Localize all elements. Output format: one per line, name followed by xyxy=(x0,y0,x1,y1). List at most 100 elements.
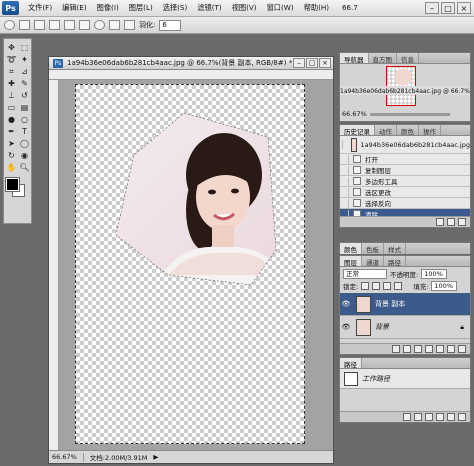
stroke-path-icon[interactable] xyxy=(414,413,422,421)
tab-history[interactable]: 历史记录 xyxy=(340,125,375,136)
layer-style-icon[interactable] xyxy=(403,345,411,353)
magic-wand-icon[interactable]: ✦ xyxy=(19,54,30,65)
new-snapshot-icon[interactable] xyxy=(447,218,455,226)
layer-row-selected[interactable]: 👁︎ 背景 副本 xyxy=(340,293,470,316)
new-path-icon[interactable] xyxy=(447,413,455,421)
crop-tool-icon[interactable]: ⌗ xyxy=(6,66,17,77)
zoom-level[interactable]: 66.7 xyxy=(342,4,358,12)
history-item[interactable]: 多边形工具 xyxy=(340,176,470,187)
marquee-tool-icon[interactable]: ⬚ xyxy=(19,42,30,53)
new-document-icon[interactable] xyxy=(436,218,444,226)
tab-color[interactable]: 颜色 xyxy=(340,243,362,254)
add-selection-icon[interactable] xyxy=(49,20,60,30)
shape-tool-icon[interactable]: ◯ xyxy=(19,138,30,149)
dodge-tool-icon[interactable]: ○ xyxy=(19,114,30,125)
document-tab[interactable]: Ps 1a94b36e06dab6b281cb4aac.jpg @ 66.7%(… xyxy=(49,57,333,70)
hand-tool-icon[interactable]: ✋ xyxy=(6,162,17,173)
menu-layer[interactable]: 图层(L) xyxy=(124,3,158,13)
tab-paths-panel[interactable]: 路径 xyxy=(340,358,362,369)
menu-image[interactable]: 图像(I) xyxy=(92,3,124,13)
lasso-tool-icon[interactable]: ➰ xyxy=(6,54,17,65)
line-shape-icon[interactable] xyxy=(124,20,135,30)
healing-brush-icon[interactable]: ✚ xyxy=(6,78,17,89)
lock-pixels-icon[interactable] xyxy=(372,282,381,290)
history-item[interactable]: 选择反向 xyxy=(340,198,470,209)
layer-name[interactable]: 背景 xyxy=(375,322,389,332)
load-selection-icon[interactable] xyxy=(425,413,433,421)
new-group-icon[interactable] xyxy=(436,345,444,353)
tab-navigator[interactable]: 导航器 xyxy=(340,53,369,64)
history-item[interactable]: 选区更改 xyxy=(340,187,470,198)
rectangle-shape-icon[interactable] xyxy=(64,20,75,30)
maximize-button[interactable]: □ xyxy=(441,2,455,14)
lock-position-icon[interactable] xyxy=(383,282,392,290)
opacity-input[interactable]: 100% xyxy=(421,269,448,279)
minimize-button[interactable]: – xyxy=(425,2,439,14)
menu-filter[interactable]: 滤镜(T) xyxy=(192,3,226,13)
blur-tool-icon[interactable]: ● xyxy=(6,114,17,125)
vertical-ruler[interactable] xyxy=(49,80,59,450)
lock-transparency-icon[interactable] xyxy=(361,282,370,290)
visibility-eye-icon[interactable]: 👁︎ xyxy=(340,323,352,331)
tab-channels[interactable]: 通道 xyxy=(362,256,384,267)
delete-icon[interactable] xyxy=(458,218,466,226)
menu-select[interactable]: 选择(S) xyxy=(158,3,193,13)
doc-minimize-button[interactable]: – xyxy=(293,58,305,68)
history-snapshot[interactable]: 1a94b36e06dab6b281cb4aac.jpg xyxy=(340,136,470,154)
3d-rotate-icon[interactable]: ↻ xyxy=(6,150,17,161)
rounded-rectangle-icon[interactable] xyxy=(79,20,90,30)
feather-input[interactable]: 6 xyxy=(159,19,182,31)
menu-file[interactable]: 文件(F) xyxy=(23,3,57,13)
new-selection-icon[interactable] xyxy=(34,20,45,30)
pen-tool-icon[interactable]: ✒ xyxy=(6,126,17,137)
menu-edit[interactable]: 编辑(E) xyxy=(57,3,92,13)
doc-maximize-button[interactable]: □ xyxy=(306,58,318,68)
move-tool-icon[interactable]: ✥ xyxy=(6,42,17,53)
menu-window[interactable]: 窗口(W) xyxy=(262,3,299,13)
3d-camera-icon[interactable]: ◉ xyxy=(19,150,30,161)
tab-swatches[interactable]: 色板 xyxy=(362,243,384,254)
tab-operations[interactable]: 操作 xyxy=(419,125,441,136)
zoom-tool-icon[interactable]: 🔍︎ xyxy=(19,162,30,173)
tab-colors[interactable]: 颜色 xyxy=(397,125,419,136)
menu-help[interactable]: 帮助(H) xyxy=(299,3,334,13)
tool-preset-icon[interactable] xyxy=(19,20,30,30)
path-select-icon[interactable]: ➤ xyxy=(6,138,17,149)
tab-actions[interactable]: 动作 xyxy=(375,125,397,136)
link-layers-icon[interactable] xyxy=(392,345,400,353)
horizontal-ruler[interactable] xyxy=(49,70,333,80)
history-brush-icon[interactable]: ↺ xyxy=(19,90,30,101)
status-zoom[interactable]: 66.67% xyxy=(52,453,77,461)
gradient-tool-icon[interactable]: ▤ xyxy=(19,102,30,113)
path-row[interactable]: 工作路径 xyxy=(340,369,470,389)
new-layer-icon[interactable] xyxy=(447,345,455,353)
canvas[interactable] xyxy=(75,84,305,444)
status-arrow-icon[interactable]: ▶ xyxy=(153,453,158,461)
ellipse-shape-icon[interactable] xyxy=(94,20,105,30)
visibility-eye-icon[interactable]: 👁︎ xyxy=(340,300,352,308)
delete-layer-icon[interactable] xyxy=(458,345,466,353)
navigator-zoom-slider[interactable] xyxy=(370,113,450,116)
history-item[interactable]: 复制图层 xyxy=(340,165,470,176)
lock-all-icon[interactable] xyxy=(394,282,403,290)
fill-input[interactable]: 100% xyxy=(431,281,458,291)
tab-histogram[interactable]: 直方图 xyxy=(369,53,397,64)
menu-view[interactable]: 视图(V) xyxy=(227,3,262,13)
blend-mode-select[interactable]: 正常 xyxy=(343,269,387,279)
type-tool-icon[interactable]: T xyxy=(19,126,30,137)
path-name[interactable]: 工作路径 xyxy=(362,374,390,384)
tab-info[interactable]: 信息 xyxy=(397,53,419,64)
layer-mask-icon[interactable] xyxy=(414,345,422,353)
navigator-zoom[interactable]: 66.67% xyxy=(342,110,367,118)
tab-layers[interactable]: 图层 xyxy=(340,256,362,267)
close-button[interactable]: × xyxy=(457,2,471,14)
eraser-tool-icon[interactable]: ▭ xyxy=(6,102,17,113)
adjustment-layer-icon[interactable] xyxy=(425,345,433,353)
history-item[interactable]: 打开 xyxy=(340,154,470,165)
foreground-color-swatch[interactable] xyxy=(5,177,20,192)
tab-paths[interactable]: 路径 xyxy=(384,256,406,267)
polygon-shape-icon[interactable] xyxy=(109,20,120,30)
brush-tool-icon[interactable]: ✎ xyxy=(19,78,30,89)
tab-styles[interactable]: 样式 xyxy=(384,243,406,254)
clone-stamp-icon[interactable]: ⊥ xyxy=(6,90,17,101)
